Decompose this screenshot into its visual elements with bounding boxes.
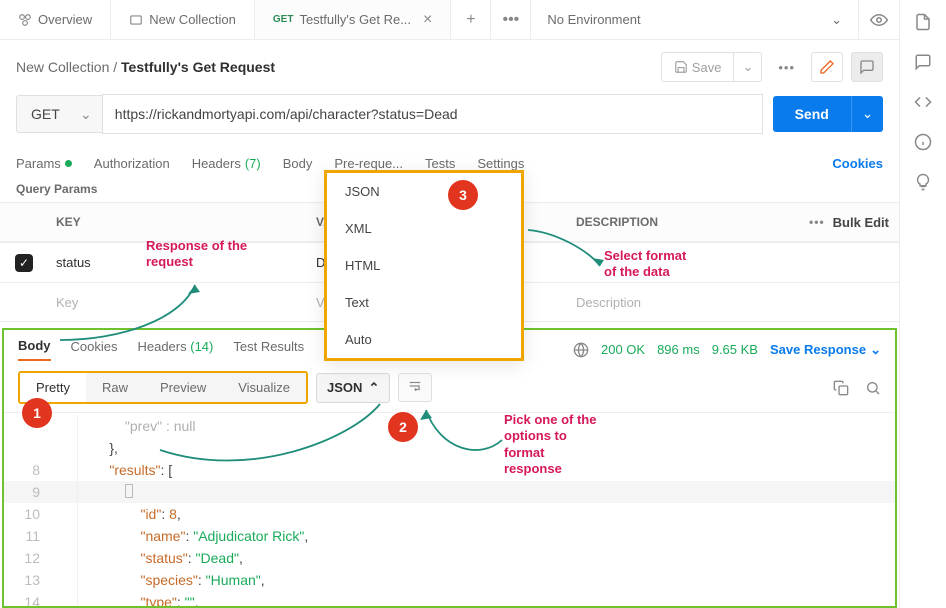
tab-label: Overview	[38, 12, 92, 27]
collection-icon	[129, 13, 143, 27]
view-row: Pretty Raw Preview Visualize JSON ⌃	[4, 365, 895, 412]
req-tab-settings[interactable]: Settings	[477, 156, 524, 171]
top-tabs: Overview New Collection GET Testfully's …	[0, 0, 899, 40]
view-visualize[interactable]: Visualize	[222, 373, 306, 402]
lightbulb-button[interactable]	[913, 172, 933, 192]
tab-label: New Collection	[149, 12, 236, 27]
callout-badge-1: 1	[22, 398, 52, 428]
save-icon	[674, 60, 688, 74]
right-sidebar	[900, 0, 946, 608]
search-icon[interactable]	[865, 380, 881, 396]
format-dropdown-menu[interactable]: JSON XML HTML Text Auto	[324, 170, 524, 361]
comment-icon	[914, 53, 932, 71]
callout-badge-3: 3	[448, 180, 478, 210]
req-tab-tests[interactable]: Tests	[425, 156, 455, 171]
save-button[interactable]: Save	[662, 53, 734, 81]
tab-overview[interactable]: Overview	[0, 0, 111, 39]
tab-active-request[interactable]: GET Testfully's Get Re... ×	[255, 0, 451, 39]
callout-format-text: Select format of the data	[604, 248, 686, 281]
callout-badge-2: 2	[388, 412, 418, 442]
resp-tab-body[interactable]: Body	[18, 338, 51, 361]
tab-new-collection[interactable]: New Collection	[111, 0, 255, 39]
comment-icon	[859, 59, 875, 75]
bulk-edit-button[interactable]: Bulk Edit	[833, 215, 889, 230]
breadcrumb-current: Testfully's Get Request	[121, 59, 275, 75]
breadcrumb-row: New Collection / Testfully's Get Request…	[0, 40, 899, 94]
env-label: No Environment	[547, 12, 640, 27]
response-body: "prev" : null }, 8 "results": [ 9 10 "id…	[4, 412, 895, 606]
tab-more-button[interactable]: •••	[491, 0, 531, 39]
status-size: 9.65 KB	[712, 342, 758, 357]
method-select[interactable]: GET	[16, 95, 102, 133]
lightbulb-icon	[914, 173, 932, 191]
copy-icon[interactable]	[833, 380, 849, 396]
status-time: 896 ms	[657, 342, 700, 357]
dropdown-item-html[interactable]: HTML	[327, 247, 521, 284]
chevron-down-icon: ⌄	[831, 12, 842, 28]
dropdown-item-text[interactable]: Text	[327, 284, 521, 321]
callout-pick-text: Pick one of the options to format respon…	[504, 412, 596, 477]
dropdown-item-auto[interactable]: Auto	[327, 321, 521, 358]
chevron-up-icon: ⌃	[368, 380, 379, 396]
method-badge: GET	[273, 14, 294, 25]
info-icon	[914, 133, 932, 151]
comment-button[interactable]	[851, 52, 883, 82]
req-tab-params[interactable]: Params	[16, 156, 72, 171]
eye-icon	[870, 11, 888, 29]
req-tab-headers[interactable]: Headers (7)	[192, 156, 261, 171]
cookies-link[interactable]: Cookies	[832, 156, 883, 171]
checkbox-checked[interactable]: ✓	[15, 254, 33, 272]
document-icon	[914, 13, 932, 31]
param-desc-new[interactable]: Description	[568, 295, 819, 310]
view-pretty[interactable]: Pretty	[20, 373, 86, 402]
dropdown-item-xml[interactable]: XML	[327, 210, 521, 247]
breadcrumb: New Collection / Testfully's Get Request	[16, 59, 275, 75]
url-input[interactable]	[102, 94, 763, 134]
resp-tab-headers[interactable]: Headers (14)	[137, 339, 213, 360]
documentation-button[interactable]	[913, 12, 933, 32]
environment-selector[interactable]: No Environment ⌄	[531, 0, 859, 39]
send-caret[interactable]: ⌄	[851, 96, 883, 132]
view-preview[interactable]: Preview	[144, 373, 222, 402]
pencil-icon	[819, 59, 835, 75]
status-code: 200 OK	[601, 342, 645, 357]
param-key-new[interactable]: Key	[48, 295, 308, 310]
wrap-icon	[407, 379, 423, 393]
globe-icon[interactable]	[573, 342, 589, 358]
overview-icon	[18, 13, 32, 27]
code-icon	[914, 93, 932, 111]
col-desc-header: DESCRIPTION	[568, 215, 819, 229]
resp-tab-tests[interactable]: Test Results	[233, 339, 304, 360]
env-preview-button[interactable]	[859, 11, 899, 29]
dropdown-item-json[interactable]: JSON	[327, 173, 521, 210]
format-select[interactable]: JSON ⌃	[316, 373, 390, 403]
send-button[interactable]: Send	[773, 96, 851, 132]
close-icon[interactable]: ×	[423, 11, 432, 29]
tab-add-button[interactable]: +	[451, 0, 491, 39]
wrap-lines-button[interactable]	[398, 373, 432, 402]
req-tab-body[interactable]: Body	[283, 156, 313, 171]
resp-tab-cookies[interactable]: Cookies	[71, 339, 118, 360]
tab-label: Testfully's Get Re...	[299, 12, 411, 27]
req-tab-prerequest[interactable]: Pre-reque...	[334, 156, 403, 171]
code-button[interactable]	[913, 92, 933, 112]
info-button[interactable]	[913, 132, 933, 152]
status-dot-icon	[65, 160, 72, 167]
more-columns-button[interactable]: •••	[809, 215, 825, 229]
url-row: GET Send ⌄	[0, 94, 899, 148]
save-response-button[interactable]: Save Response ⌄	[770, 342, 881, 358]
save-button-group: Save ⌄	[661, 52, 763, 82]
view-raw[interactable]: Raw	[86, 373, 144, 402]
more-actions-button[interactable]: •••	[770, 54, 803, 81]
req-tab-auth[interactable]: Authorization	[94, 156, 170, 171]
comments-button[interactable]	[913, 52, 933, 72]
callout-response-text: Response of the request	[146, 238, 247, 271]
breadcrumb-parent[interactable]: New Collection	[16, 59, 109, 75]
save-caret[interactable]: ⌄	[733, 53, 761, 81]
response-region: Body Cookies Headers (14) Test Results 2…	[2, 328, 897, 608]
edit-button[interactable]	[811, 52, 843, 82]
col-key-header: KEY	[48, 215, 308, 229]
view-mode-group: Pretty Raw Preview Visualize	[18, 371, 308, 404]
